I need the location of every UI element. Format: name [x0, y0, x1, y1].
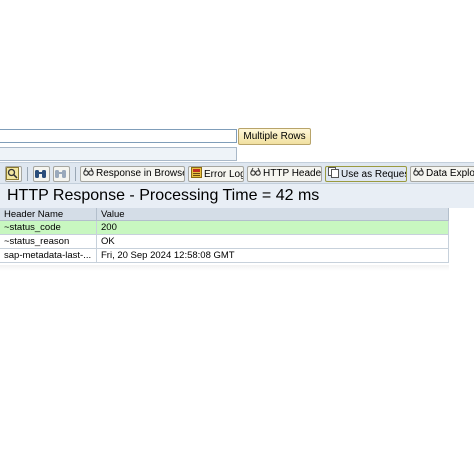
header-value-cell: 200 [96, 220, 449, 235]
multiple-rows-button[interactable]: Multiple Rows [238, 128, 311, 145]
toolbar-separator [27, 167, 28, 181]
http-header-button[interactable]: HTTP Header [247, 166, 322, 182]
binoculars-next-icon [54, 167, 67, 181]
error-log-icon [191, 167, 202, 181]
table-header-row: Header Name Value [0, 208, 449, 221]
find-button[interactable] [33, 166, 50, 182]
search-icon [6, 167, 19, 181]
header-table: Header Name Value ~status_code 200 ~stat… [0, 208, 449, 263]
header-name-cell: ~status_code [0, 220, 97, 235]
header-value-cell: Fri, 20 Sep 2024 12:58:08 GMT [96, 248, 449, 263]
secondary-input[interactable] [0, 147, 237, 161]
glasses-icon [413, 167, 424, 181]
cut-off-row-fade [0, 265, 449, 271]
response-toolbar: Response in Browser Error Log HTTP Heade… [0, 162, 474, 184]
use-as-request-button[interactable]: Use as Request [325, 166, 407, 182]
toolbar-separator [75, 167, 76, 181]
binoculars-icon [34, 167, 47, 181]
column-header-name[interactable]: Header Name [0, 208, 97, 221]
table-row[interactable]: sap-metadata-last-... Fri, 20 Sep 2024 1… [0, 248, 449, 263]
glasses-icon [83, 167, 94, 181]
header-value-cell: OK [96, 234, 449, 249]
search-button[interactable] [5, 166, 22, 182]
find-next-button[interactable] [53, 166, 70, 182]
header-name-cell: sap-metadata-last-... [0, 248, 97, 263]
data-explorer-button[interactable]: Data Explor [410, 166, 474, 182]
copy-icon [328, 167, 339, 181]
header-name-cell: ~status_reason [0, 234, 97, 249]
error-log-button[interactable]: Error Log [188, 166, 244, 182]
request-uri-input[interactable] [0, 129, 237, 143]
response-title: HTTP Response - Processing Time = 42 ms [7, 187, 320, 204]
glasses-icon [250, 167, 261, 181]
table-row[interactable]: ~status_code 200 [0, 220, 449, 235]
response-in-browser-button[interactable]: Response in Browser [80, 166, 185, 182]
column-header-value[interactable]: Value [96, 208, 449, 221]
table-row[interactable]: ~status_reason OK [0, 234, 449, 249]
